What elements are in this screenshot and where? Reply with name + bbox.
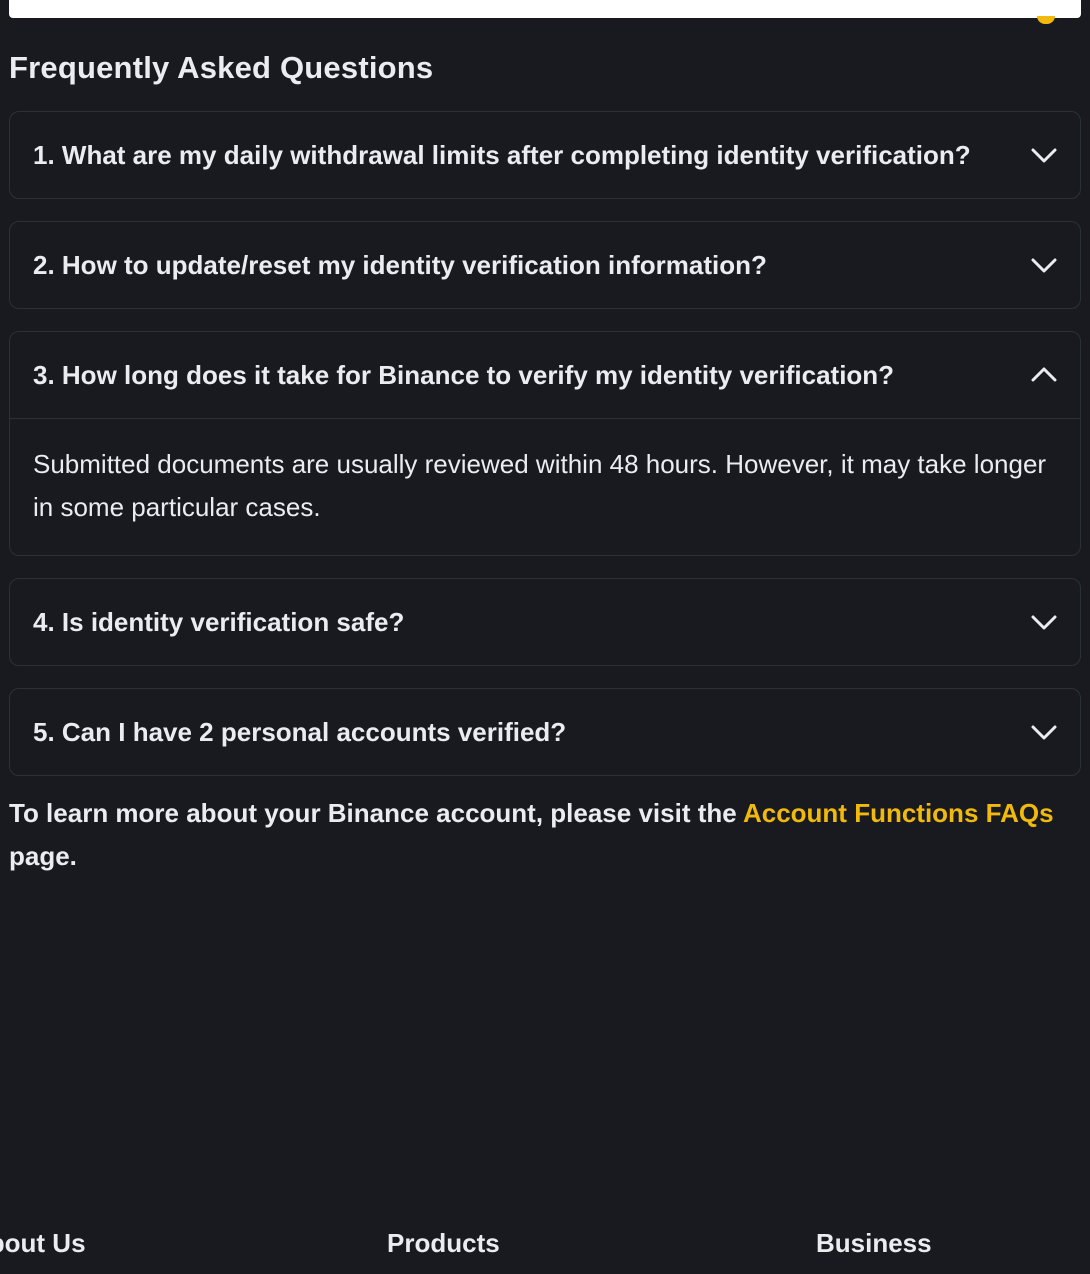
footer-business[interactable]: Business bbox=[816, 1228, 932, 1259]
faq-header-4[interactable]: 4. Is identity verification safe? bbox=[10, 579, 1080, 665]
faq-item-2: 2. How to update/reset my identity verif… bbox=[9, 221, 1081, 309]
faq-question: 1. What are my daily withdrawal limits a… bbox=[33, 139, 971, 170]
faq-header-1[interactable]: 1. What are my daily withdrawal limits a… bbox=[10, 112, 1080, 198]
faq-header-5[interactable]: 5. Can I have 2 personal accounts verifi… bbox=[10, 689, 1080, 775]
faq-question: 2. How to update/reset my identity verif… bbox=[33, 249, 767, 280]
faq-answer: Submitted documents are usually reviewed… bbox=[10, 418, 1080, 555]
footer-products[interactable]: Products bbox=[387, 1228, 500, 1259]
faq-item-4: 4. Is identity verification safe? bbox=[9, 578, 1081, 666]
learn-more-text: To learn more about your Binance account… bbox=[9, 792, 1084, 878]
faq-header-2[interactable]: 2. How to update/reset my identity verif… bbox=[10, 222, 1080, 308]
chevron-down-icon[interactable] bbox=[1030, 251, 1058, 279]
faq-list: 1. What are my daily withdrawal limits a… bbox=[9, 111, 1081, 798]
faq-header-3[interactable]: 3. How long does it take for Binance to … bbox=[10, 332, 1080, 418]
chevron-down-icon[interactable] bbox=[1030, 608, 1058, 636]
top-card bbox=[9, 0, 1081, 24]
page: Frequently Asked Questions 1. What are m… bbox=[0, 0, 1090, 1274]
account-functions-faqs-link[interactable]: Account Functions FAQs bbox=[743, 798, 1054, 828]
accent-badge-icon bbox=[1037, 16, 1055, 24]
chevron-up-icon[interactable] bbox=[1030, 361, 1058, 389]
faq-question: 5. Can I have 2 personal accounts verifi… bbox=[33, 716, 567, 747]
chevron-down-icon[interactable] bbox=[1030, 141, 1058, 169]
faq-question: 3. How long does it take for Binance to … bbox=[33, 359, 895, 390]
faq-question: 4. Is identity verification safe? bbox=[33, 606, 405, 637]
learn-more-prefix: To learn more about your Binance account… bbox=[9, 798, 743, 828]
faq-item-5: 5. Can I have 2 personal accounts verifi… bbox=[9, 688, 1081, 776]
footer-about-us[interactable]: About Us bbox=[0, 1228, 86, 1259]
faq-item-3: 3. How long does it take for Binance to … bbox=[9, 331, 1081, 556]
learn-more-suffix: page. bbox=[9, 841, 77, 871]
faq-item-1: 1. What are my daily withdrawal limits a… bbox=[9, 111, 1081, 199]
chevron-down-icon[interactable] bbox=[1030, 718, 1058, 746]
faq-title: Frequently Asked Questions bbox=[9, 50, 434, 85]
